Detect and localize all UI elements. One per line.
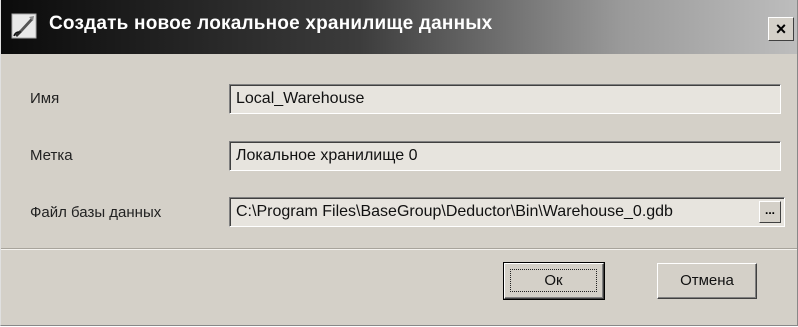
db-file-label: Файл базы данных	[30, 204, 162, 221]
brush-icon	[11, 13, 37, 39]
tag-label: Метка	[30, 147, 73, 164]
cancel-button[interactable]: Отмена	[657, 263, 757, 299]
db-file-field[interactable]: C:\Program Files\BaseGroup\Deductor\Bin\…	[229, 197, 785, 227]
name-label: Имя	[30, 90, 60, 107]
ellipsis-icon: ...	[764, 203, 775, 217]
name-field-value: Local_Warehouse	[236, 90, 365, 107]
tag-field[interactable]: Локальное хранилище 0	[229, 141, 781, 171]
dialog-title: Создать новое локальное хранилище данных	[49, 13, 493, 34]
tag-field-value: Локальное хранилище 0	[236, 147, 418, 164]
name-field[interactable]: Local_Warehouse	[229, 84, 781, 114]
ok-button-label: Ок	[510, 269, 597, 292]
create-warehouse-dialog: Создать новое локальное хранилище данных…	[0, 0, 798, 326]
ok-button[interactable]: Ок	[503, 262, 605, 300]
close-button[interactable]: ×	[768, 17, 794, 41]
db-file-field-value: C:\Program Files\BaseGroup\Deductor\Bin\…	[236, 203, 673, 220]
separator-highlight	[1, 249, 797, 250]
close-icon: ×	[775, 19, 787, 39]
browse-button[interactable]: ...	[759, 201, 781, 223]
title-bar[interactable]: Создать новое локальное хранилище данных…	[1, 0, 797, 54]
